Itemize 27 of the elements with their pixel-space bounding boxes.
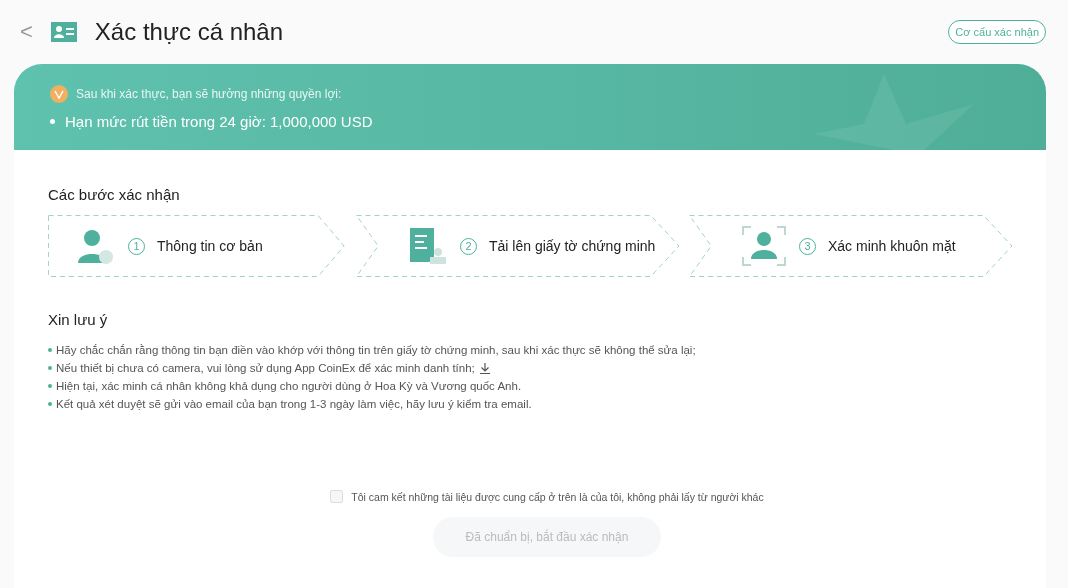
badge-icon bbox=[50, 84, 68, 103]
agreement-label: Tôi cam kết những tài liệu được cung cấp ở trên là của tôi, không phải lấy từ người khác bbox=[351, 490, 764, 503]
bullet-icon bbox=[48, 366, 52, 370]
back-button[interactable]: < bbox=[14, 19, 39, 45]
person-icon bbox=[76, 227, 116, 265]
note-text: Kết quả xét duyệt sẽ gửi vào email của bạn trong 1-3 ngày làm việc, hãy lưu ý kiểm tra email. bbox=[56, 398, 532, 410]
step-label: Thông tin cơ bản bbox=[157, 238, 263, 254]
bullet-icon bbox=[48, 402, 52, 406]
agreement-checkbox[interactable] bbox=[330, 490, 344, 503]
page-title: Xác thực cá nhân bbox=[94, 18, 285, 46]
bullet-icon bbox=[48, 348, 52, 352]
face-scan-icon bbox=[741, 225, 787, 267]
mechanism-button[interactable]: Cơ cấu xác nhận bbox=[948, 20, 1046, 44]
bullet-icon bbox=[48, 384, 52, 388]
banner-intro: Sau khi xác thực, bạn sẽ hưởng những quyền lợi: bbox=[76, 86, 342, 101]
id-card-icon bbox=[50, 22, 77, 42]
note-text: Nếu thiết bị chưa có camera, vui lòng sử dụng App CoinEx để xác minh danh tính; bbox=[56, 362, 475, 374]
step-label: Xác minh khuôn mặt bbox=[828, 238, 956, 254]
section-title: Các bước xác nhận bbox=[48, 186, 181, 203]
benefit-text: Hạn mức rút tiền trong 24 giờ: 1,000,000 USD bbox=[65, 112, 373, 130]
document-icon bbox=[408, 226, 448, 266]
section-title: Xin lưu ý bbox=[48, 311, 109, 328]
step-label: Tải lên giấy tờ chứng minh bbox=[489, 238, 656, 254]
note-text: Hãy chắc chắn rằng thông tin bạn điền vào khớp với thông tin trên giấy tờ chứng minh, sau khi xác thực sẽ không thể sửa lại; bbox=[56, 344, 696, 356]
note-text: Hiện tại, xác minh cá nhân không khả dụng cho người dùng ở Hoa Kỳ và Vương quốc Anh. bbox=[56, 380, 522, 392]
download-icon[interactable] bbox=[478, 362, 491, 374]
bullet-icon bbox=[50, 118, 55, 124]
